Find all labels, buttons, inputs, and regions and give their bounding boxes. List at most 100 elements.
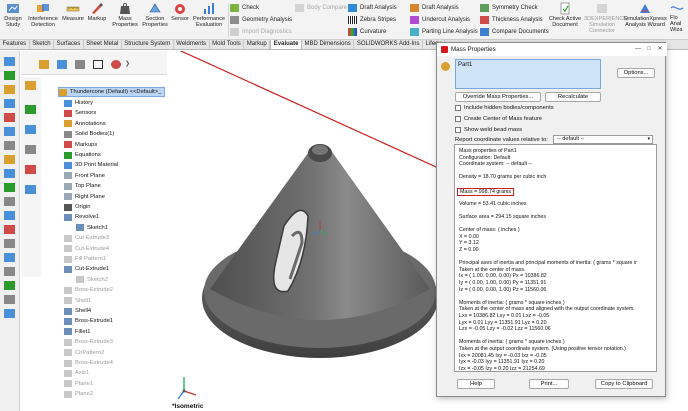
check-button[interactable]: Check [230,2,259,13]
display-manager-tab-icon[interactable] [111,60,121,69]
tree-item[interactable]: Right Plane [64,192,105,202]
extrude-icon[interactable] [4,113,15,122]
check-active-document-button[interactable]: Check Active Document [548,2,582,28]
hole-icon[interactable] [4,239,15,248]
options-button[interactable]: Options... [617,68,655,78]
tree-item[interactable]: Top Plane [64,181,101,191]
smart-dimension-icon[interactable] [4,85,15,94]
revolve-icon[interactable] [4,127,15,136]
flow-analysis-button[interactable]: Flo Anal Wiza [670,2,688,34]
tree-item[interactable]: History [64,98,93,108]
mirror-icon[interactable] [4,197,15,206]
rollback-icon[interactable] [25,105,36,114]
simulationxpress-button[interactable]: SimulationXpress Analysis Wizard [622,2,668,28]
show-weld-bead-checkbox[interactable]: Show weld bead mass [455,126,522,134]
select-icon[interactable] [4,57,15,66]
include-hidden-checkbox[interactable]: Include hidden bodies/components [455,104,554,112]
tree-item[interactable]: Axis1 [64,368,89,378]
copy-to-clipboard-button[interactable]: Copy to Clipboard [595,379,653,389]
import-diagnostics-button[interactable]: Import Diagnostics [230,26,292,37]
property-manager-tab-icon[interactable] [57,60,67,69]
mass-properties-button[interactable]: Mass Properties [112,2,138,28]
tab-markup[interactable]: Markup [244,40,271,49]
tab-features[interactable]: Features [0,40,30,49]
dimxpert-tab-icon[interactable] [93,60,103,69]
measure-button[interactable]: Measure [62,2,84,22]
simulation-connector-button[interactable]: 3DEXPERIENCE Simulation Connector [584,2,627,35]
symmetry-check-button[interactable]: Symmetry Check [480,2,538,13]
recalculate-button[interactable]: Recalculate [545,92,601,102]
tree-item[interactable]: Boss-Extrude1 [64,316,113,326]
tree-item[interactable]: Markups [64,140,97,150]
markup-button[interactable]: Markup [86,2,108,22]
override-mass-properties-button[interactable]: Override Mass Properties... [455,92,541,102]
chamfer-icon[interactable] [4,155,15,164]
parting-line-analysis-button[interactable]: Parting Line Analysis [410,26,478,37]
compare-documents-button[interactable]: Compare Documents [480,26,549,37]
table-icon[interactable] [4,295,15,304]
undercut-analysis-button[interactable]: Undercut Analysis [410,14,470,25]
draft-analysis-button-2[interactable]: Draft Analysis [410,2,459,13]
geometry-analysis-button[interactable]: Geometry Analysis [230,14,292,25]
tree-display-icon[interactable] [25,185,36,194]
feature-manager-tab-icon[interactable] [39,60,49,69]
rib-icon[interactable] [4,253,15,262]
curvature-button[interactable]: Curvature [348,26,386,37]
tree-item[interactable]: Solid Bodies(1) [64,129,114,139]
selection-item[interactable]: Part1 [458,62,472,68]
zebra-stripes-button[interactable]: Zebra Stripes [348,14,396,25]
fillet-icon[interactable] [4,141,15,150]
tree-item[interactable]: Cut-Extrude1 [64,264,109,274]
help-button[interactable]: Help [457,379,495,389]
tree-item[interactable]: Fill Pattern1 [64,254,106,264]
tree-item[interactable]: Revolve1 [64,212,99,222]
boss-icon[interactable] [4,281,15,290]
tree-item[interactable]: Sketch1 [76,223,108,233]
close-icon[interactable]: ✕ [655,45,665,54]
draft-icon[interactable] [4,267,15,276]
tree-item[interactable]: Origin [64,202,90,212]
tab-mbd-dimensions[interactable]: MBD Dimensions [302,40,355,49]
report-coordinate-select[interactable]: -- default -- ▾ [553,135,653,144]
tree-item[interactable]: Cut-Extrude3 [64,233,109,243]
appearance-icon[interactable] [25,165,36,174]
section-properties-button[interactable]: Section Properties [142,2,168,28]
minimize-icon[interactable]: — [633,45,643,54]
tree-item[interactable]: Shell4 [64,306,91,316]
interference-detection-button[interactable]: Interference Detection [26,2,60,28]
tab-sketch[interactable]: Sketch [30,40,55,49]
tree-item[interactable]: Annotations [64,119,106,129]
panel-expand-icon[interactable]: ❯ [125,60,130,67]
tab-evaluate[interactable]: Evaluate [270,40,302,49]
tree-item[interactable]: Shell1 [64,296,91,306]
tab-structure-system[interactable]: Structure System [122,40,174,49]
filter-icon[interactable] [25,81,36,90]
checkbox-box[interactable] [455,105,461,111]
tab-solidworks-add-ins[interactable]: SOLIDWORKS Add-Ins [354,40,423,49]
tab-surfaces[interactable]: Surfaces [54,40,84,49]
tree-item[interactable]: Sensors [64,108,96,118]
tree-item[interactable]: Fillet1 [64,327,90,337]
checkbox-box[interactable] [455,127,461,133]
shell-icon[interactable] [4,169,15,178]
tree-item[interactable]: CirPattern2 [64,348,104,358]
maximize-icon[interactable]: □ [644,45,654,54]
design-study-button[interactable]: Design Study [2,2,24,28]
draft-analysis-button[interactable]: Draft Analysis [348,2,397,13]
tab-sheet-metal[interactable]: Sheet Metal [84,40,122,49]
selection-list[interactable]: Part1 [455,59,601,89]
configuration-manager-tab-icon[interactable] [75,60,85,69]
tree-item[interactable]: Boss-Extrude2 [64,285,113,295]
tab-mold-tools[interactable]: Mold Tools [210,40,245,49]
tree-item[interactable]: Cut-Extrude4 [64,244,109,254]
print-button[interactable]: Print... [529,379,569,389]
checkbox-box[interactable] [455,116,461,122]
performance-evaluation-button[interactable]: Performance Evaluation [192,2,226,28]
cut-icon[interactable] [4,225,15,234]
pattern-icon[interactable] [4,183,15,192]
create-com-checkbox[interactable]: Create Center of Mass feature [455,115,542,123]
line-icon[interactable] [4,99,15,108]
plane-icon[interactable] [4,211,15,220]
history-toggle-icon[interactable] [25,125,36,134]
view-icon[interactable] [4,309,15,318]
